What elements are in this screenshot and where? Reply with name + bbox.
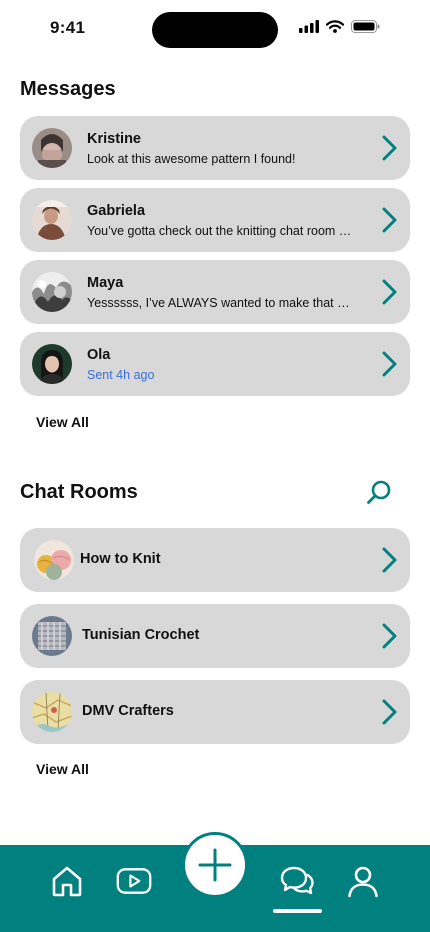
- battery-icon: [351, 20, 380, 33]
- message-item-maya[interactable]: Maya Yessssss, I’ve ALWAYS wanted to mak…: [20, 260, 410, 324]
- chat-room-dmv-crafters[interactable]: DMV Crafters: [20, 680, 410, 744]
- avatar-gabriela: [32, 200, 72, 240]
- crochet-swatch-thumbnail: [32, 616, 72, 656]
- create-post-button[interactable]: [182, 832, 248, 898]
- nav-home[interactable]: [49, 863, 85, 899]
- profile-icon: [348, 866, 378, 898]
- chat-rooms-view-all-link[interactable]: View All: [36, 761, 89, 777]
- messages-title: Messages: [20, 78, 116, 100]
- yarn-balls-thumbnail: [34, 540, 74, 580]
- status-time: 9:41: [50, 18, 86, 37]
- messages-view-all-link[interactable]: View All: [36, 414, 89, 430]
- message-item-gabriela[interactable]: Gabriela You’ve gotta check out the knit…: [20, 188, 410, 252]
- search-icon[interactable]: [366, 479, 392, 505]
- avatar-ola: [32, 344, 72, 384]
- wifi-icon: [326, 20, 344, 33]
- chat-room-name: How to Knit: [80, 551, 161, 567]
- home-icon: [52, 866, 82, 897]
- message-sent-time: Sent 4h ago: [87, 368, 155, 382]
- dynamic-island: [152, 12, 278, 48]
- nav-chat[interactable]: [279, 863, 315, 899]
- chevron-right-icon: [382, 351, 397, 377]
- plus-icon: [198, 848, 232, 882]
- message-preview: Look at this awesome pattern I found!: [87, 152, 296, 166]
- avatar-maya: [32, 272, 72, 312]
- cellular-signal-icon: [299, 20, 319, 33]
- active-tab-indicator: [273, 909, 322, 913]
- message-sender-name: Ola: [87, 347, 111, 363]
- message-item-ola[interactable]: Ola Sent 4h ago: [20, 332, 410, 396]
- chevron-right-icon: [382, 623, 397, 649]
- avatar-kristine: [32, 128, 72, 168]
- chat-room-name: DMV Crafters: [82, 703, 174, 719]
- chevron-right-icon: [382, 279, 397, 305]
- map-thumbnail: [32, 692, 72, 732]
- video-icon: [116, 868, 152, 894]
- chevron-right-icon: [382, 547, 397, 573]
- message-sender-name: Gabriela: [87, 203, 146, 219]
- chevron-right-icon: [382, 207, 397, 233]
- chevron-right-icon: [382, 135, 397, 161]
- chevron-right-icon: [382, 699, 397, 725]
- message-sender-name: Maya: [87, 275, 124, 291]
- chat-room-how-to-knit[interactable]: How to Knit: [20, 528, 410, 592]
- message-item-kristine[interactable]: Kristine Look at this awesome pattern I …: [20, 116, 410, 180]
- chat-room-name: Tunisian Crochet: [82, 627, 200, 643]
- chat-icon: [280, 866, 314, 895]
- message-preview: Yessssss, I’ve ALWAYS wanted to make tha…: [87, 296, 350, 310]
- nav-videos[interactable]: [116, 863, 152, 899]
- status-bar: 9:41: [0, 0, 430, 60]
- message-preview: You’ve gotta check out the knitting chat…: [87, 224, 352, 238]
- status-icons: [299, 20, 380, 33]
- chat-rooms-title: Chat Rooms: [20, 481, 138, 503]
- nav-profile[interactable]: [345, 863, 381, 899]
- chat-room-tunisian-crochet[interactable]: Tunisian Crochet: [20, 604, 410, 668]
- message-sender-name: Kristine: [87, 131, 141, 147]
